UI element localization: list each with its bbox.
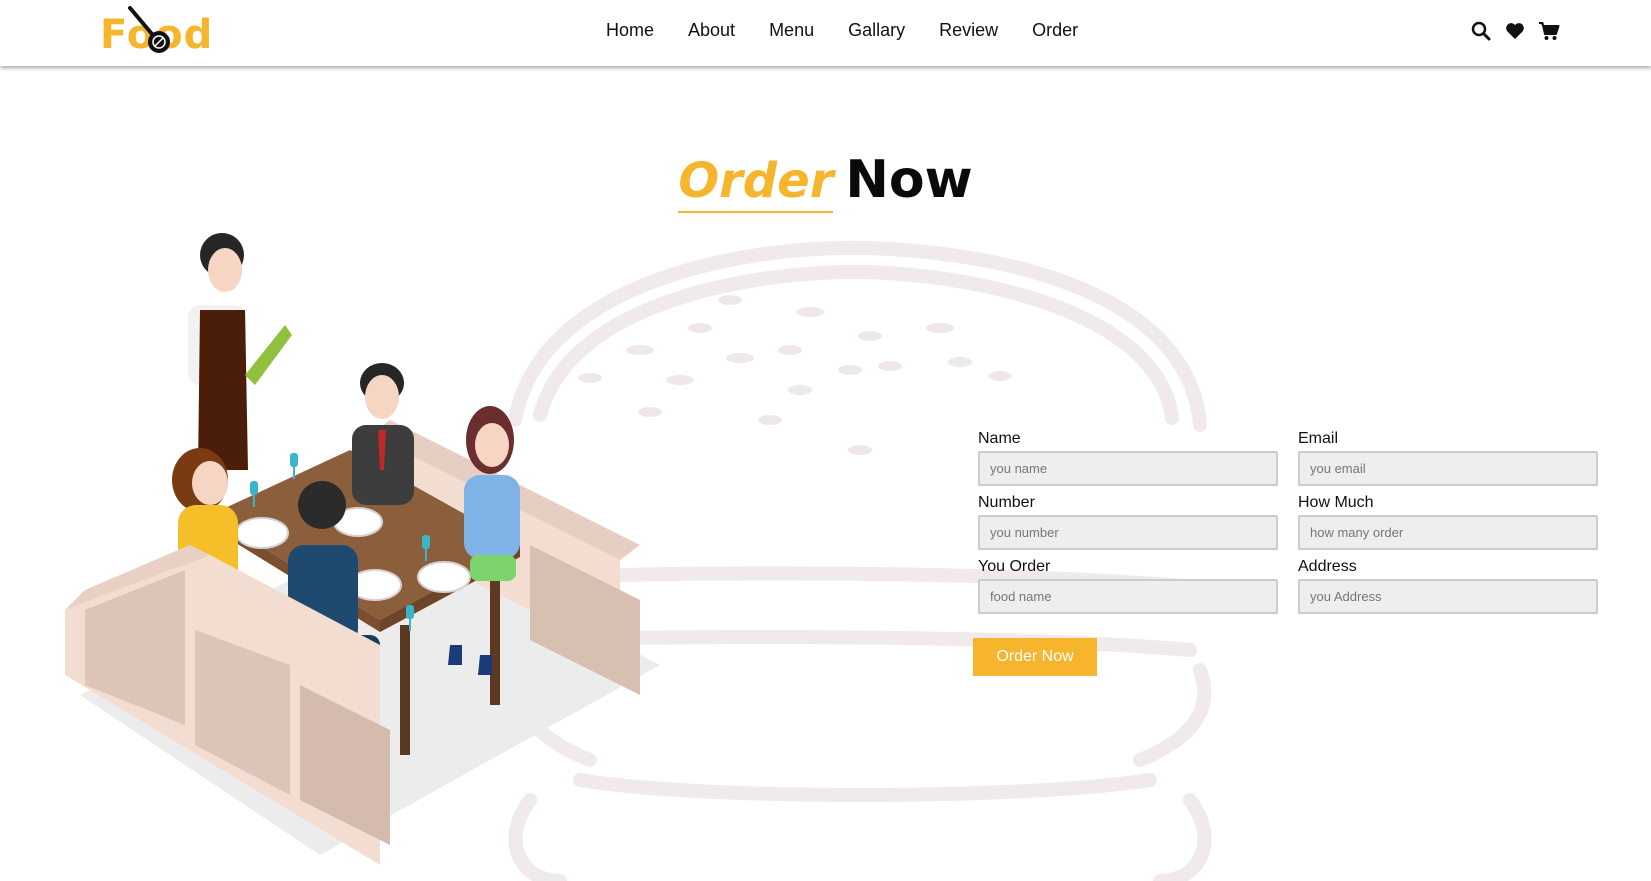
- main-nav: Home About Menu Gallary Review Order: [606, 20, 1078, 41]
- nav-link-order[interactable]: Order: [1032, 20, 1078, 41]
- field-address: Address: [1298, 558, 1598, 614]
- restaurant-illustration: [65, 233, 660, 865]
- how-much-label: How Much: [1298, 494, 1374, 511]
- email-input[interactable]: [1298, 451, 1598, 486]
- field-name: Name: [978, 430, 1278, 486]
- name-label: Name: [978, 430, 1021, 447]
- frying-pan-icon: [128, 6, 170, 53]
- header-icons: [1470, 20, 1560, 42]
- logo[interactable]: Food: [100, 6, 212, 60]
- nav-link-gallary[interactable]: Gallary: [848, 20, 905, 41]
- address-input[interactable]: [1298, 579, 1598, 614]
- food-name-input[interactable]: [978, 579, 1278, 614]
- heart-icon[interactable]: [1504, 20, 1526, 42]
- cart-icon[interactable]: [1538, 20, 1560, 42]
- field-how-much: How Much: [1298, 494, 1598, 550]
- title-main: Now: [845, 150, 973, 210]
- section-title: Order Now: [0, 150, 1651, 213]
- email-label: Email: [1298, 430, 1339, 447]
- order-form: Name Email Number How Much You Order Add…: [973, 430, 1600, 676]
- nav-link-home[interactable]: Home: [606, 20, 654, 41]
- number-input[interactable]: [978, 515, 1278, 550]
- site-header: Food Home About Menu Gallary Review Orde…: [0, 0, 1651, 66]
- nav-link-menu[interactable]: Menu: [769, 20, 814, 41]
- title-accent: Order: [678, 153, 834, 213]
- you-order-label: You Order: [978, 558, 1051, 575]
- name-input[interactable]: [978, 451, 1278, 486]
- field-email: Email: [1298, 430, 1598, 486]
- nav-link-about[interactable]: About: [688, 20, 735, 41]
- field-you-order: You Order: [978, 558, 1278, 614]
- order-now-button[interactable]: Order Now: [973, 638, 1097, 676]
- search-icon[interactable]: [1470, 20, 1492, 42]
- address-label: Address: [1298, 558, 1357, 575]
- nav-link-review[interactable]: Review: [939, 20, 998, 41]
- number-label: Number: [978, 494, 1035, 511]
- how-much-input[interactable]: [1298, 515, 1598, 550]
- field-number: Number: [978, 494, 1278, 550]
